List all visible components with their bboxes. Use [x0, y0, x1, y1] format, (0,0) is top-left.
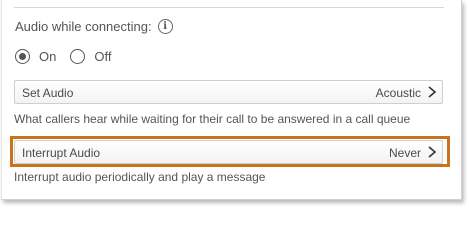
interrupt-audio-button[interactable]: Interrupt Audio Never — [14, 140, 443, 164]
set-audio-button[interactable]: Set Audio Acoustic — [14, 80, 443, 104]
chevron-right-icon — [428, 146, 437, 158]
set-audio-value: Acoustic — [375, 86, 421, 100]
radio-off-label[interactable]: Off — [94, 49, 111, 64]
interrupt-audio-label: Interrupt Audio — [22, 146, 101, 160]
info-icon[interactable]: i — [157, 18, 173, 34]
set-audio-label: Set Audio — [22, 86, 74, 100]
set-audio-helper: What callers hear while waiting for thei… — [14, 112, 411, 126]
interrupt-audio-value: Never — [388, 146, 421, 160]
interrupt-audio-helper: Interrupt audio periodically and play a … — [14, 170, 266, 184]
radio-on-label[interactable]: On — [39, 49, 56, 64]
chevron-right-icon — [428, 86, 437, 98]
divider — [14, 7, 444, 8]
settings-panel: Audio while connecting: i On Off Set Aud… — [1, 0, 462, 200]
radio-off[interactable] — [70, 48, 86, 64]
heading-label: Audio while connecting: — [15, 18, 152, 34]
audio-radio-group: On Off — [15, 47, 125, 65]
audio-while-connecting-heading: Audio while connecting: i — [15, 18, 173, 34]
radio-on[interactable] — [15, 48, 30, 64]
